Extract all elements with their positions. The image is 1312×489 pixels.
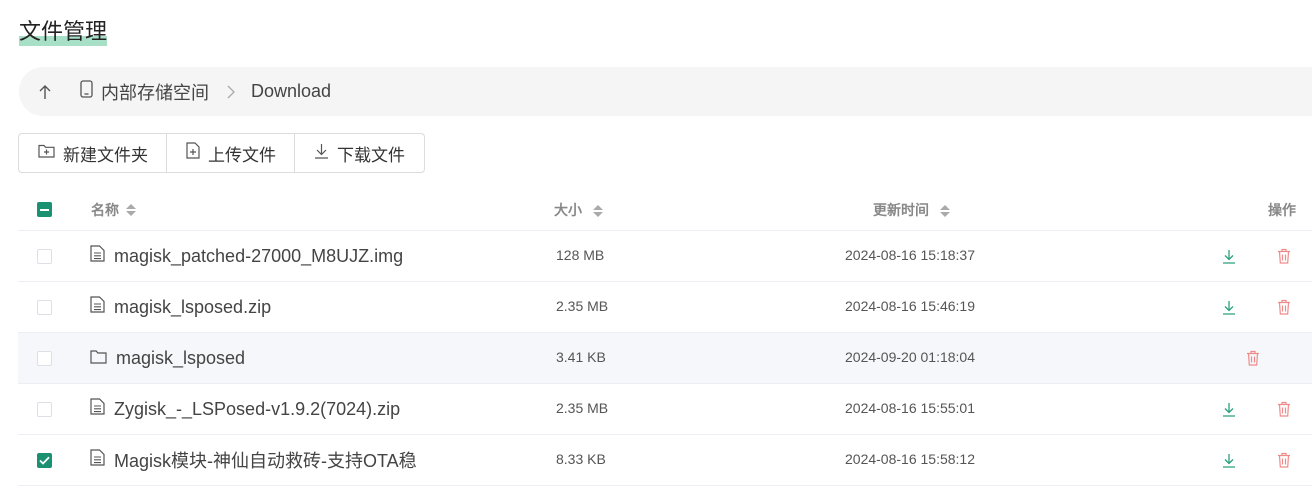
delete-icon[interactable] xyxy=(1274,399,1294,419)
sort-icon[interactable] xyxy=(939,204,950,217)
file-size: 2.35 MB xyxy=(556,298,609,314)
row-checkbox[interactable] xyxy=(37,452,52,468)
file-name: Magisk模块-神仙自动救砖-支持OTA稳 xyxy=(114,451,417,471)
file-name-link[interactable]: Zygisk_-_LSPosed-v1.9.2(7024).zip xyxy=(90,398,400,420)
file-plus-icon xyxy=(186,142,208,164)
table-row[interactable]: magisk_lsposed.zip 2.35 MB 2024-08-16 15:4… xyxy=(18,282,1312,333)
row-checkbox[interactable] xyxy=(37,299,52,315)
file-name: magisk_lsposed xyxy=(116,347,246,368)
file-name-link[interactable]: magisk_patched-27000_M8UJZ.img xyxy=(90,245,403,267)
download-icon[interactable] xyxy=(1219,246,1239,266)
file-time: 2024-08-16 15:58:12 xyxy=(845,451,975,467)
header-ops: 操作 xyxy=(1268,201,1296,218)
file-icon xyxy=(90,245,114,267)
table-header: 名称 大小 更新时间 操作 xyxy=(18,189,1312,231)
file-name: magisk_lsposed.zip xyxy=(114,296,272,317)
header-size[interactable]: 大小 xyxy=(488,200,723,220)
breadcrumb-device[interactable]: 内部存储空间 xyxy=(80,79,209,105)
delete-icon[interactable] xyxy=(1274,450,1294,470)
file-name-link[interactable]: magisk_lsposed.zip xyxy=(90,296,271,318)
header-name[interactable]: 名称 xyxy=(90,200,488,220)
table-row[interactable]: magisk_lsposed 3.41 KB 2024-09-20 01:18:04 xyxy=(18,333,1312,384)
upload-file-button[interactable]: 上传文件 xyxy=(167,134,295,172)
file-size: 2.35 MB xyxy=(556,400,609,416)
file-name: magisk_patched-27000_M8UJZ.img xyxy=(114,245,404,266)
file-name-link[interactable]: Magisk模块-神仙自动救砖-支持OTA稳 xyxy=(90,447,417,473)
file-size: 8.33 KB xyxy=(556,451,606,467)
page-title-text: 文件管理 xyxy=(19,19,108,44)
breadcrumb-device-label: 内部存储空间 xyxy=(101,82,209,103)
page-title: 文件管理 xyxy=(19,17,108,47)
file-size: 3.41 KB xyxy=(556,349,606,365)
arrow-up-icon[interactable] xyxy=(33,80,57,104)
row-checkbox[interactable] xyxy=(37,350,52,366)
breadcrumb-current[interactable]: Download xyxy=(251,81,331,102)
folder-plus-icon xyxy=(38,143,63,163)
file-time: 2024-09-20 01:18:04 xyxy=(845,349,975,365)
file-time: 2024-08-16 15:55:01 xyxy=(845,400,975,416)
file-name-link[interactable]: magisk_lsposed xyxy=(90,348,245,369)
table-row[interactable]: Magisk模块-神仙自动救砖-支持OTA稳 8.33 KB 2024-08-16 … xyxy=(18,435,1312,486)
select-all-checkbox[interactable] xyxy=(37,202,52,217)
header-time[interactable]: 更新时间 xyxy=(723,200,1219,220)
sort-icon[interactable] xyxy=(592,204,603,217)
phone-icon xyxy=(80,80,101,103)
file-icon xyxy=(90,398,114,420)
delete-icon[interactable] xyxy=(1274,297,1294,317)
row-checkbox[interactable] xyxy=(37,401,52,417)
file-icon xyxy=(90,296,114,318)
table-row[interactable]: magisk_patched-27000_M8UJZ.img 128 MB 2024… xyxy=(18,231,1312,282)
file-table: 名称 大小 更新时间 操作 magisk_patched-27000_M8UJZ… xyxy=(18,189,1312,486)
delete-icon[interactable] xyxy=(1274,246,1294,266)
file-icon xyxy=(90,449,114,471)
download-file-button[interactable]: 下载文件 xyxy=(295,134,424,172)
table-row[interactable]: Zygisk_-_LSPosed-v1.9.2(7024).zip 2.35 MB… xyxy=(18,384,1312,435)
chevron-right-icon xyxy=(227,85,235,99)
file-time: 2024-08-16 15:18:37 xyxy=(845,247,975,263)
file-name: Zygisk_-_LSPosed-v1.9.2(7024).zip xyxy=(114,398,401,419)
download-icon[interactable] xyxy=(1219,399,1239,419)
download-icon xyxy=(314,143,337,164)
download-icon[interactable] xyxy=(1219,297,1239,317)
toolbar: 新建文件夹 上传文件 下载文件 xyxy=(18,133,425,173)
file-time: 2024-08-16 15:46:19 xyxy=(845,298,975,314)
table-body: magisk_patched-27000_M8UJZ.img 128 MB 2024… xyxy=(18,231,1312,486)
row-checkbox[interactable] xyxy=(37,248,52,264)
delete-icon[interactable] xyxy=(1243,348,1263,368)
sort-icon[interactable] xyxy=(126,203,136,216)
download-icon[interactable] xyxy=(1219,450,1239,470)
folder-icon xyxy=(90,348,116,369)
new-folder-button[interactable]: 新建文件夹 xyxy=(19,134,167,172)
path-bar: 内部存储空间 Download xyxy=(19,67,1312,116)
file-size: 128 MB xyxy=(556,247,605,263)
